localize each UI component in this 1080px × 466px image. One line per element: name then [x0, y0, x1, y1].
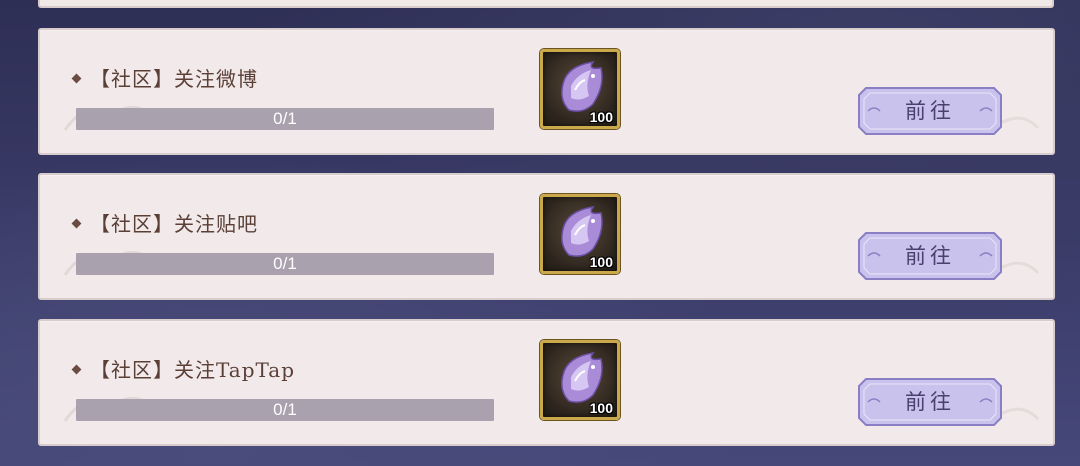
progress-bar: 0/1 [76, 108, 494, 130]
task-card: 【社区】关注TapTap 0/1 100 前往 [38, 319, 1055, 446]
task-card: 【社区】关注贴吧 0/1 100 前往 [38, 173, 1055, 300]
reward-count: 100 [589, 254, 613, 270]
go-button[interactable]: 前往 [856, 85, 1004, 137]
progress-text: 0/1 [273, 109, 297, 128]
bullet-icon [71, 73, 82, 84]
progress-bar: 0/1 [76, 399, 494, 421]
reward-item[interactable]: 100 [540, 340, 620, 420]
reward-count: 100 [589, 109, 613, 125]
progress-bar: 0/1 [76, 253, 494, 275]
reward-item[interactable]: 100 [540, 194, 620, 274]
task-card: 【社区】关注微博 0/1 100 前往 [38, 28, 1055, 155]
go-button-label: 前往 [905, 99, 955, 123]
progress-text: 0/1 [273, 254, 297, 273]
go-button[interactable]: 前往 [856, 376, 1004, 428]
go-button[interactable]: 前往 [856, 230, 1004, 282]
bullet-icon [71, 364, 82, 375]
bullet-icon [71, 218, 82, 229]
previous-task-card-edge [38, 0, 1054, 8]
task-title: 【社区】关注贴吧 [90, 212, 258, 236]
task-title: 【社区】关注微博 [90, 67, 258, 91]
go-button-label: 前往 [905, 244, 955, 268]
reward-item[interactable]: 100 [540, 49, 620, 129]
progress-text: 0/1 [273, 400, 297, 419]
reward-count: 100 [589, 400, 613, 416]
task-title: 【社区】关注TapTap [90, 358, 296, 382]
go-button-label: 前往 [905, 390, 955, 414]
